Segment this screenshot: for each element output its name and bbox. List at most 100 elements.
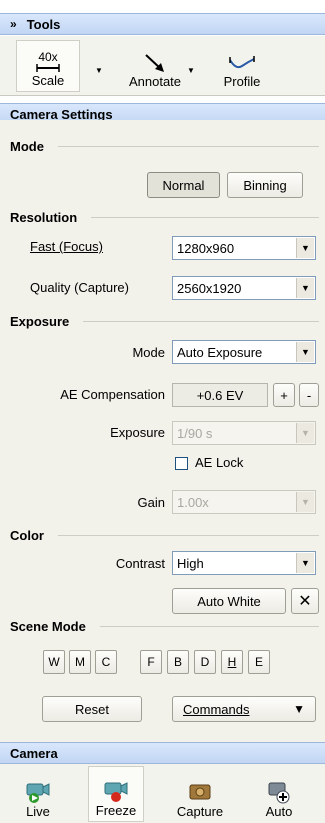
resolution-section-heading: Resolution xyxy=(0,207,325,227)
exposure-mode-label: Mode xyxy=(132,345,165,360)
gain-label: Gain xyxy=(137,495,165,510)
scene-h-label: H xyxy=(227,655,237,669)
fast-resolution-select[interactable]: 1280x960 ▼ xyxy=(172,236,316,260)
exposure-mode-select[interactable]: Auto Exposure ▼ xyxy=(172,340,316,364)
auto-label: Auto xyxy=(265,804,293,819)
mode-binning-button[interactable]: Binning xyxy=(227,172,303,198)
scene-f-button[interactable]: F xyxy=(140,650,162,674)
quality-resolution-select[interactable]: 2560x1920 ▼ xyxy=(172,276,316,300)
tools-header[interactable]: » Tools xyxy=(0,13,325,35)
scene-w-label: W xyxy=(48,655,60,669)
auto-button[interactable]: Auto xyxy=(251,766,307,822)
chevron-down-icon[interactable]: ▼ xyxy=(296,342,314,362)
exposure-label: Exposure xyxy=(110,425,165,440)
annotate-label: Annotate xyxy=(128,74,182,89)
minus-icon: - xyxy=(306,387,312,403)
divider xyxy=(91,216,319,218)
capture-icon xyxy=(189,784,211,800)
profile-label: Profile xyxy=(223,74,261,89)
scene-mode-title: Scene Mode xyxy=(10,618,86,634)
ae-lock-checkbox[interactable] xyxy=(175,457,188,470)
camera-play-icon xyxy=(26,783,50,803)
contrast-label: Contrast xyxy=(115,556,165,571)
scene-m-label: M xyxy=(75,655,85,669)
scene-m-button[interactable]: M xyxy=(69,650,91,674)
ae-compensation-value: +0.6 EV xyxy=(172,383,268,407)
live-label: Live xyxy=(26,804,50,819)
gain-select[interactable]: 1.00x ▼ xyxy=(172,490,316,514)
scene-d-label: D xyxy=(200,655,210,669)
color-section-heading: Color xyxy=(0,525,325,545)
scale-dropdown-caret-icon[interactable]: ▼ xyxy=(95,66,103,75)
commands-label: Commands xyxy=(183,701,250,717)
freeze-label: Freeze xyxy=(95,803,137,818)
camera-header[interactable]: Camera xyxy=(0,742,325,764)
scene-mode-section-heading: Scene Mode xyxy=(0,616,325,636)
mode-section-heading: Mode xyxy=(0,136,325,156)
mode-normal-button[interactable]: Normal xyxy=(147,172,220,198)
tools-toolbar: 40x Scale ▼ Annotate ▼ Profile xyxy=(0,36,325,96)
annotate-dropdown-caret-icon[interactable]: ▼ xyxy=(187,66,195,75)
chevron-down-icon[interactable]: ▼ xyxy=(296,553,314,573)
scale-tool-button[interactable]: 40x Scale xyxy=(16,40,80,92)
fast-focus-label: Fast (Focus) xyxy=(30,239,103,254)
scene-c-button[interactable]: C xyxy=(95,650,117,674)
ae-compensation-text: +0.6 EV xyxy=(196,387,244,403)
freeze-button[interactable]: Freeze xyxy=(88,766,144,822)
exposure-section-heading: Exposure xyxy=(0,311,325,331)
close-icon: ✕ xyxy=(298,593,312,610)
contrast-select[interactable]: High ▼ xyxy=(172,551,316,575)
capture-label: Capture xyxy=(176,804,224,819)
chevron-down-icon[interactable]: ▼ xyxy=(296,238,314,258)
reset-white-close-button[interactable]: ✕ xyxy=(291,588,319,614)
reset-button[interactable]: Reset xyxy=(42,696,142,722)
exposure-mode-value: Auto Exposure xyxy=(177,344,263,360)
profile-tool-button[interactable]: Profile xyxy=(210,40,274,92)
tools-header-label: Tools xyxy=(26,16,61,32)
quality-resolution-value: 2560x1920 xyxy=(177,280,242,296)
auto-white-button[interactable]: Auto White xyxy=(172,588,286,614)
scene-w-button[interactable]: W xyxy=(43,650,65,674)
scene-c-label: C xyxy=(101,655,111,669)
camera-header-label: Camera xyxy=(10,745,58,761)
scale-badge: 40x xyxy=(38,50,58,64)
camera-record-icon xyxy=(104,782,128,802)
contrast-value: High xyxy=(177,555,204,571)
ae-compensation-minus-button[interactable]: - xyxy=(299,383,319,407)
gain-value: 1.00x xyxy=(177,494,209,510)
scene-e-label: E xyxy=(254,655,263,669)
scene-e-button[interactable]: E xyxy=(248,650,270,674)
mode-title: Mode xyxy=(10,138,44,154)
exposure-time-select[interactable]: 1/90 s ▼ xyxy=(172,421,316,445)
divider xyxy=(57,534,319,536)
plus-icon: + xyxy=(280,387,288,403)
mode-binning-label: Binning xyxy=(243,177,287,193)
scale-label: Scale xyxy=(31,73,65,88)
fast-resolution-value: 1280x960 xyxy=(177,240,235,256)
chevron-down-icon[interactable]: ▼ xyxy=(296,492,314,512)
commands-menu-button[interactable]: Commands ▼ xyxy=(172,696,316,722)
camera-toolbar: Live Freeze Capture Auto xyxy=(0,764,325,823)
exposure-title: Exposure xyxy=(10,313,70,329)
collapse-chevron-icon[interactable]: » xyxy=(10,17,17,31)
ae-compensation-label: AE Compensation xyxy=(60,387,165,402)
chevron-down-icon[interactable]: ▼ xyxy=(296,423,314,443)
mode-normal-label: Normal xyxy=(162,177,205,193)
live-button[interactable]: Live xyxy=(10,766,66,822)
ae-compensation-plus-button[interactable]: + xyxy=(273,383,295,407)
profile-line-icon xyxy=(229,56,255,69)
divider xyxy=(57,145,319,147)
scene-h-button[interactable]: H xyxy=(221,650,243,674)
scene-b-button[interactable]: B xyxy=(167,650,189,674)
scene-d-button[interactable]: D xyxy=(194,650,216,674)
color-title: Color xyxy=(10,527,44,543)
capture-button[interactable]: Capture xyxy=(172,766,228,822)
chevron-down-icon[interactable]: ▼ xyxy=(296,278,314,298)
divider xyxy=(83,320,319,322)
reset-label: Reset xyxy=(75,701,109,717)
scene-b-label: B xyxy=(173,655,182,669)
scale-ruler-icon xyxy=(36,64,60,72)
resolution-title: Resolution xyxy=(10,209,78,225)
auto-capture-icon xyxy=(268,782,290,804)
divider xyxy=(99,625,319,627)
